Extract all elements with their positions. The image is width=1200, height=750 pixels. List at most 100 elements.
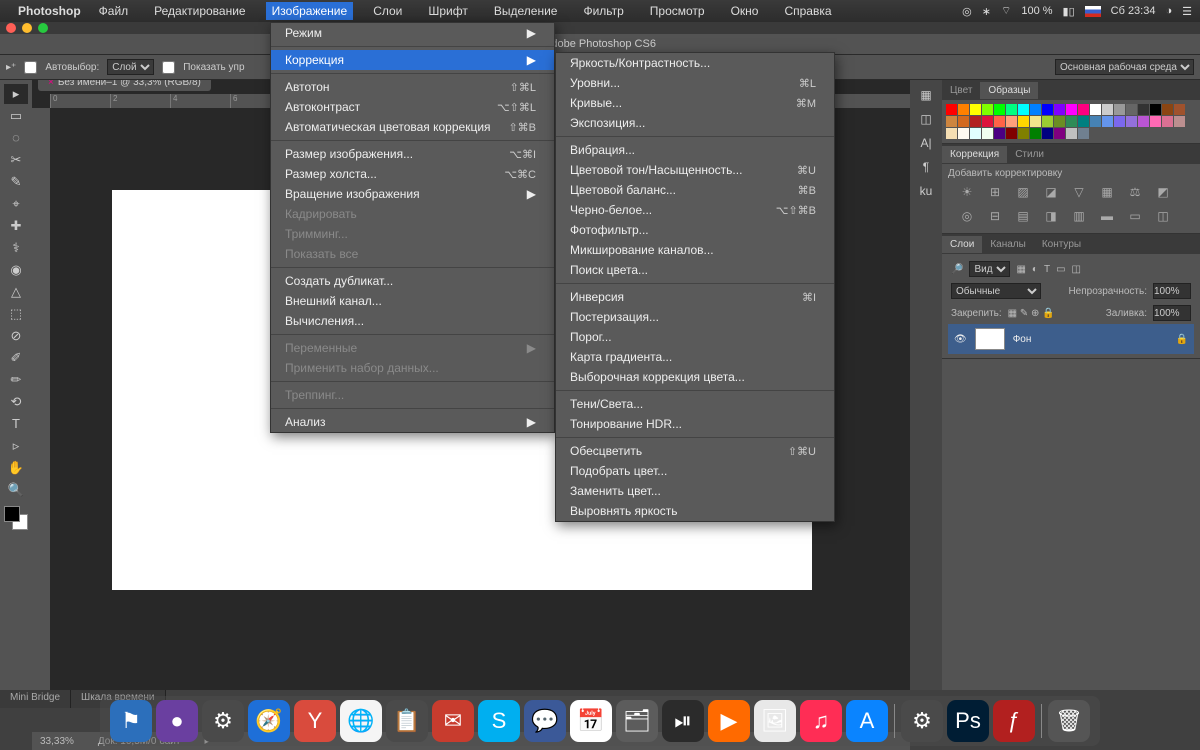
menu-шрифт[interactable]: Шрифт [422, 2, 473, 20]
menu-item[interactable]: Инверсия⌘I [556, 287, 834, 307]
blend-mode-select[interactable]: Обычные [951, 283, 1041, 299]
filter-smart-icon[interactable]: ◫ [1072, 264, 1081, 275]
menu-item[interactable]: Цветовой баланс...⌘B [556, 180, 834, 200]
swatch[interactable] [1162, 116, 1173, 127]
selective-icon[interactable]: ◫ [1154, 209, 1172, 223]
menu-окно[interactable]: Окно [725, 2, 765, 20]
menu-item[interactable]: Вибрация... [556, 140, 834, 160]
menu-item[interactable]: Режим▶ [271, 23, 554, 43]
swatch[interactable] [970, 116, 981, 127]
swatch[interactable] [1138, 104, 1149, 115]
tool-0[interactable]: ▸ [4, 84, 28, 104]
swatch[interactable] [1018, 128, 1029, 139]
swatch[interactable] [1042, 116, 1053, 127]
wifi-icon[interactable]: ⌔ [1001, 4, 1011, 18]
dock-app-12[interactable]: ⏯ [662, 700, 704, 742]
tab-styles[interactable]: Стили [1007, 146, 1052, 163]
swatch[interactable] [1090, 104, 1101, 115]
dock-app-9[interactable]: 💬 [524, 700, 566, 742]
menu-item[interactable]: Создать дубликат... [271, 271, 554, 291]
exposure-icon[interactable]: ◪ [1042, 185, 1060, 199]
dock-app-6[interactable]: 📋 [386, 700, 428, 742]
filter-icon[interactable]: 🔎 [951, 264, 963, 275]
swatch[interactable] [1018, 116, 1029, 127]
swatch[interactable] [982, 116, 993, 127]
tool-9[interactable]: △ [4, 282, 28, 302]
menu-выделение[interactable]: Выделение [488, 2, 564, 20]
menu-item[interactable]: Размер изображения...⌥⌘I [271, 144, 554, 164]
autoselect-checkbox[interactable] [24, 61, 37, 74]
tab-color[interactable]: Цвет [942, 82, 980, 99]
menu-item[interactable]: Автотон⇧⌘L [271, 77, 554, 97]
character-icon[interactable]: A| [920, 136, 931, 150]
menu-редактирование[interactable]: Редактирование [148, 2, 251, 20]
notification-icon[interactable]: ◑ [1165, 5, 1172, 17]
show-controls-checkbox[interactable] [162, 61, 175, 74]
kuler-icon[interactable]: ku [920, 184, 933, 198]
menu-изображение[interactable]: Изображение [266, 2, 354, 20]
zoom-level[interactable]: 33,33% [40, 736, 74, 747]
dock-app-0[interactable]: ⚑ [110, 700, 152, 742]
menu-item[interactable]: Автоконтраст⌥⇧⌘L [271, 97, 554, 117]
swatch[interactable] [1078, 104, 1089, 115]
tab-swatches[interactable]: Образцы [980, 82, 1038, 99]
swatch[interactable] [1006, 128, 1017, 139]
menu-item[interactable]: Анализ▶ [271, 412, 554, 432]
menu-item[interactable]: Вращение изображения▶ [271, 184, 554, 204]
tool-17[interactable]: ✋ [4, 458, 28, 478]
filter-type-icon[interactable]: T [1044, 264, 1050, 275]
spotify-icon[interactable]: ◎ [962, 5, 972, 18]
vibrance-icon[interactable]: ▽ [1070, 185, 1088, 199]
swatch[interactable] [1126, 104, 1137, 115]
menu-item[interactable]: Размер холста...⌥⌘C [271, 164, 554, 184]
lut-icon[interactable]: ▤ [1014, 209, 1032, 223]
dock-app-15[interactable]: ♫ [800, 700, 842, 742]
zoom-icon[interactable] [38, 23, 48, 33]
swatch[interactable] [946, 128, 957, 139]
menu-item[interactable]: Тени/Света... [556, 394, 834, 414]
levels-icon[interactable]: ⊞ [986, 185, 1004, 199]
layer-filter-select[interactable]: Вид [969, 261, 1010, 277]
swatch[interactable] [1006, 104, 1017, 115]
visibility-icon[interactable]: 👁 [954, 334, 967, 345]
lock-icon[interactable]: 🔒 [1176, 334, 1188, 345]
dock-app-3[interactable]: 🧭 [248, 700, 290, 742]
swatch[interactable] [970, 128, 981, 139]
swatch[interactable] [1054, 104, 1065, 115]
dock-app-18[interactable]: Ps [947, 700, 989, 742]
menu-item[interactable]: Заменить цвет... [556, 481, 834, 501]
tool-18[interactable]: 🔍 [4, 480, 28, 500]
swatch[interactable] [994, 104, 1005, 115]
swatch[interactable] [958, 116, 969, 127]
dock-app-14[interactable]: 🖼 [754, 700, 796, 742]
menu-item[interactable]: Карта градиента... [556, 347, 834, 367]
swatch[interactable] [958, 104, 969, 115]
filter-adj-icon[interactable]: ◐ [1032, 264, 1038, 275]
swatch[interactable] [946, 104, 957, 115]
swatch[interactable] [1030, 128, 1041, 139]
menu-item[interactable]: Порог... [556, 327, 834, 347]
photo-filter-icon[interactable]: ◎ [958, 209, 976, 223]
menu-item[interactable]: Черно-белое...⌥⇧⌘B [556, 200, 834, 220]
swatch[interactable] [1006, 116, 1017, 127]
lock-icons[interactable]: ▦ ✎ ⊕ 🔒 [1008, 308, 1055, 319]
tool-5[interactable]: ⌖ [4, 194, 28, 214]
bw-icon[interactable]: ◩ [1154, 185, 1172, 199]
menu-item[interactable]: Выровнять яркость [556, 501, 834, 521]
dock-app-2[interactable]: ⚙ [202, 700, 244, 742]
opacity-field[interactable] [1153, 283, 1191, 299]
menu-item[interactable]: Поиск цвета... [556, 260, 834, 280]
menu-item[interactable]: Кривые...⌘M [556, 93, 834, 113]
swatch[interactable] [1090, 116, 1101, 127]
balance-icon[interactable]: ⚖ [1126, 185, 1144, 199]
menu-item[interactable]: Коррекция▶ [271, 50, 554, 70]
swatch[interactable] [946, 116, 957, 127]
swatch[interactable] [1066, 104, 1077, 115]
menu-фильтр[interactable]: Фильтр [577, 2, 629, 20]
dock-app-5[interactable]: 🌐 [340, 700, 382, 742]
tab-layers[interactable]: Слои [942, 236, 982, 253]
dock-app-17[interactable]: ⚙ [901, 700, 943, 742]
dock-app-11[interactable]: 🗂 [616, 700, 658, 742]
swatch[interactable] [1054, 116, 1065, 127]
swatch[interactable] [1030, 116, 1041, 127]
